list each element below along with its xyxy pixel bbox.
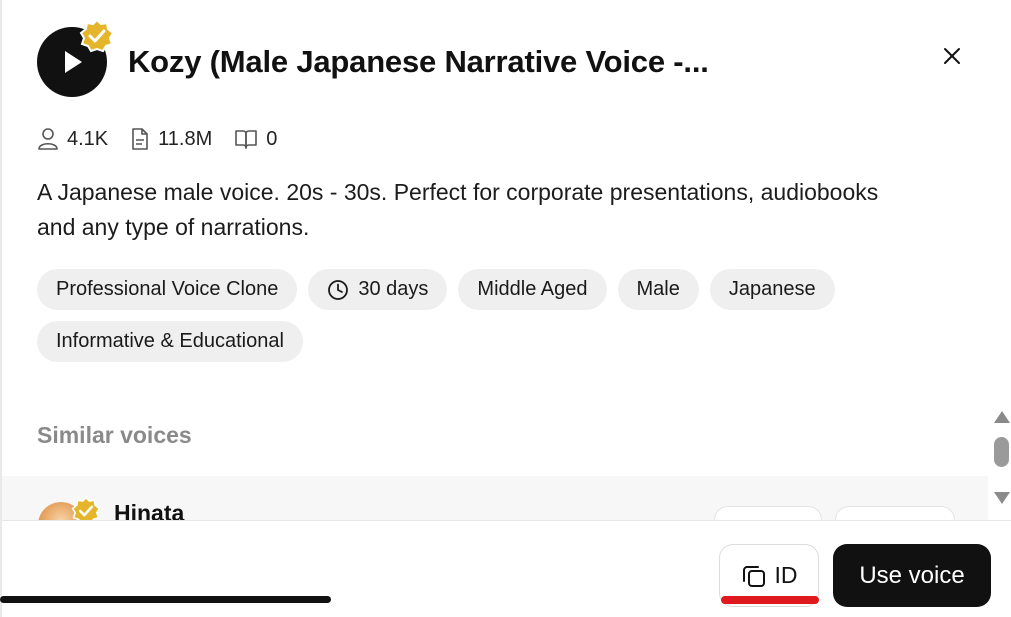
tag-duration: 30 days	[308, 269, 448, 310]
tag-category: Informative & Educational	[37, 321, 303, 362]
stat-users-value: 4.1K	[67, 127, 109, 150]
tag-label: Middle Aged	[477, 278, 588, 300]
close-button[interactable]	[936, 40, 968, 72]
similar-voice-name: Hinata	[114, 500, 185, 520]
document-icon	[132, 128, 148, 150]
stat-characters: 11.8M	[130, 127, 212, 151]
stat-characters-value: 11.8M	[158, 127, 213, 150]
use-voice-button[interactable]: Use voice	[833, 544, 991, 607]
scrollbar-thumb[interactable]	[994, 437, 1009, 467]
tag-label: 30 days	[358, 278, 429, 300]
voice-description: A Japanese male voice. 20s - 30s. Perfec…	[37, 179, 879, 240]
home-indicator-bar	[0, 596, 331, 603]
tag-label: Professional Voice Clone	[56, 278, 279, 300]
stat-books: 0	[234, 128, 277, 151]
similar-voice-action-button[interactable]	[714, 506, 822, 520]
similar-voice-secondary-button[interactable]	[835, 506, 955, 520]
copy-icon	[742, 565, 765, 587]
tag-label: Japanese	[728, 278, 816, 300]
stat-books-value: 0	[266, 127, 278, 150]
clock-icon	[328, 279, 349, 300]
stat-users: 4.1K	[37, 127, 108, 151]
tag-age: Middle Aged	[458, 269, 607, 310]
close-icon	[944, 48, 960, 64]
play-icon	[65, 51, 82, 73]
highlight-underline	[721, 596, 819, 604]
tag-voice-type: Professional Voice Clone	[37, 269, 298, 310]
voice-stats: 4.1K 11.8M 0	[37, 126, 299, 152]
tag-label: Informative & Educational	[56, 330, 284, 352]
similar-voices-heading: Similar voices	[37, 422, 192, 448]
list-item[interactable]: Hinata	[2, 476, 988, 520]
tag-language: Japanese	[709, 269, 835, 310]
voice-tags: Professional Voice Clone 30 days Middle …	[37, 269, 917, 373]
copy-id-label: ID	[774, 562, 798, 588]
verified-badge-icon	[79, 18, 115, 53]
scroll-down-arrow[interactable]	[994, 492, 1010, 504]
user-icon	[38, 128, 58, 150]
book-icon	[235, 130, 258, 149]
scroll-up-arrow[interactable]	[994, 411, 1010, 423]
tag-gender: Male	[617, 269, 699, 310]
voice-title: Kozy (Male Japanese Narrative Voice -...	[128, 44, 709, 79]
tag-label: Male	[636, 278, 680, 300]
